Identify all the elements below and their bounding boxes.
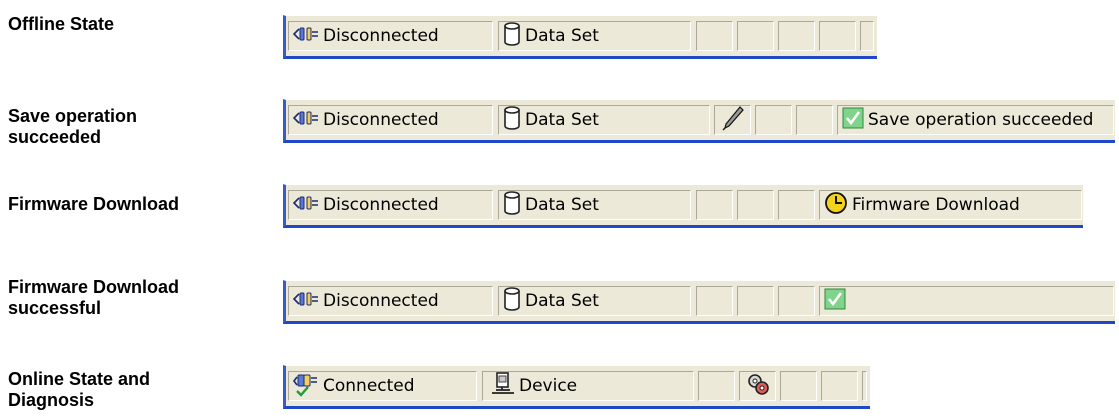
status-pane-empty <box>696 286 733 316</box>
data-source-text: Device <box>519 376 578 396</box>
status-pane-empty <box>821 371 858 401</box>
connection-status-text: Connected <box>323 376 415 396</box>
row-label-offline-state: Offline State <box>8 14 115 34</box>
data-source-text: Data Set <box>525 26 599 46</box>
green-check-icon <box>824 288 846 315</box>
connection-status-pane[interactable]: Disconnected <box>288 190 493 220</box>
row-label-online-state: Online State and Diagnosis <box>8 369 151 410</box>
status-bar-offline: Disconnected Data Set <box>283 15 877 59</box>
connection-status-text: Disconnected <box>323 291 439 311</box>
data-source-text: Data Set <box>525 195 599 215</box>
status-pane-empty <box>796 105 833 135</box>
row-label-firmware-download-successful: Firmware Download successful <box>8 277 180 318</box>
data-set-cylinder-icon <box>503 287 521 315</box>
data-source-pane[interactable]: Data Set <box>498 286 691 316</box>
connection-status-text: Disconnected <box>323 110 439 130</box>
message-text: Save operation succeeded <box>868 110 1094 130</box>
status-bar-firmware-successful: Disconnected Data Set <box>283 280 1115 324</box>
message-pane: Save operation succeeded <box>837 105 1114 135</box>
connection-status-pane[interactable]: Disconnected <box>288 21 493 51</box>
status-pane-empty <box>755 105 792 135</box>
connection-status-pane[interactable]: Disconnected <box>288 286 493 316</box>
connection-status-text: Disconnected <box>323 195 439 215</box>
progress-message-pane: Firmware Download <box>819 190 1082 220</box>
data-set-cylinder-icon <box>503 106 521 134</box>
status-pane-empty <box>778 286 815 316</box>
status-pane-empty <box>778 21 815 51</box>
modified-indicator-pane <box>714 105 751 135</box>
progress-message-text: Firmware Download <box>852 195 1020 215</box>
status-bar-online: Connected Device <box>283 365 870 409</box>
connection-status-text: Disconnected <box>323 26 439 46</box>
data-set-cylinder-icon <box>503 191 521 219</box>
data-source-text: Data Set <box>525 291 599 311</box>
connection-status-pane[interactable]: Connected <box>288 371 477 401</box>
status-pane-empty <box>696 21 733 51</box>
status-pane-empty <box>737 21 774 51</box>
disconnected-plug-icon <box>292 194 319 217</box>
data-set-cylinder-icon <box>503 22 521 50</box>
message-pane <box>819 286 1114 316</box>
data-source-pane[interactable]: Device <box>482 371 694 401</box>
connected-plug-check-icon <box>293 372 319 400</box>
status-pane-empty <box>862 371 867 401</box>
row-label-firmware-download: Firmware Download <box>8 194 180 214</box>
data-source-pane[interactable]: Data Set <box>498 190 691 220</box>
connection-status-pane[interactable]: Disconnected <box>288 105 493 135</box>
data-source-pane[interactable]: Data Set <box>498 21 691 51</box>
status-pane-empty <box>860 21 874 51</box>
status-pane-empty <box>778 190 815 220</box>
data-source-pane[interactable]: Data Set <box>498 105 710 135</box>
status-bar-save-succeeded: Disconnected Data Set Save operation suc… <box>283 99 1115 143</box>
green-check-icon <box>842 107 864 134</box>
disconnected-plug-icon <box>292 109 319 132</box>
diagnosis-gears-icon <box>746 372 770 400</box>
status-pane-empty <box>737 286 774 316</box>
status-pane-empty <box>819 21 856 51</box>
status-bar-firmware-download: Disconnected Data Set Firmware Download <box>283 184 1083 228</box>
status-pane-empty <box>698 371 735 401</box>
status-pane-empty <box>780 371 817 401</box>
status-pane-empty <box>696 190 733 220</box>
disconnected-plug-icon <box>292 290 319 313</box>
yellow-clock-icon <box>824 191 848 219</box>
pencil-edit-icon <box>722 106 744 134</box>
device-icon <box>491 372 515 400</box>
disconnected-plug-icon <box>292 25 319 48</box>
diagnosis-pane[interactable] <box>739 371 776 401</box>
status-pane-empty <box>737 190 774 220</box>
data-source-text: Data Set <box>525 110 599 130</box>
row-label-save-succeeded: Save operation succeeded <box>8 106 138 147</box>
